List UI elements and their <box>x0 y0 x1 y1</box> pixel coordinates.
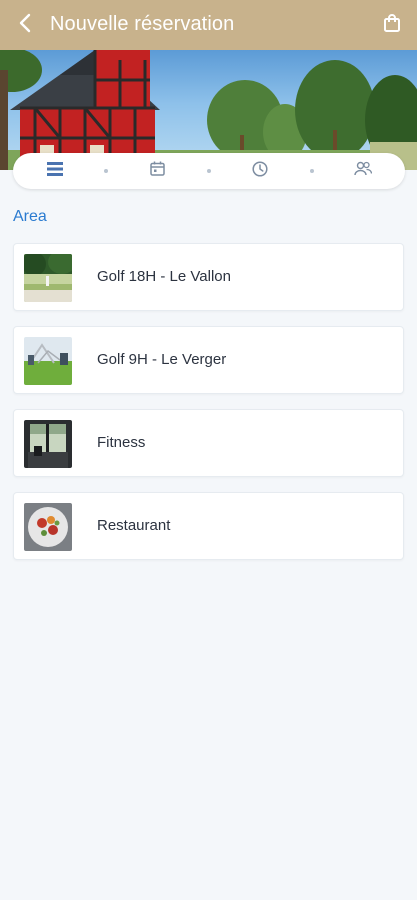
area-item-restaurant[interactable]: Restaurant <box>13 492 404 560</box>
area-item-label: Fitness <box>97 434 146 451</box>
cart-button[interactable] <box>379 12 405 38</box>
step-participants[interactable] <box>351 159 375 183</box>
section-label-area: Area <box>13 208 47 225</box>
step-separator <box>104 169 108 173</box>
calendar-icon <box>149 161 165 181</box>
golf-course-thumbnail <box>24 254 72 302</box>
chevron-left-icon <box>18 13 32 38</box>
step-time[interactable] <box>248 159 272 183</box>
hero-image <box>0 50 417 170</box>
top-bar: Nouvelle réservation <box>0 0 417 50</box>
area-item-fitness[interactable]: Fitness <box>13 409 404 477</box>
food-plate-thumbnail <box>24 503 72 551</box>
fitness-room-thumbnail <box>24 420 72 468</box>
app-screen: Nouvelle réservation Area Golf 18H - Le … <box>0 0 417 900</box>
step-separator <box>207 169 211 173</box>
step-separator <box>310 169 314 173</box>
clock-icon <box>252 160 268 182</box>
back-button[interactable] <box>12 12 38 38</box>
golf-green-thumbnail <box>24 337 72 385</box>
area-item-label: Golf 18H - Le Vallon <box>97 268 231 285</box>
area-item-label: Restaurant <box>97 517 171 534</box>
step-area[interactable] <box>43 159 67 183</box>
list-icon <box>47 161 63 181</box>
page-title: Nouvelle réservation <box>50 13 235 35</box>
area-item-label: Golf 9H - Le Verger <box>97 351 227 368</box>
area-item-golf-18h[interactable]: Golf 18H - Le Vallon <box>13 243 404 311</box>
booking-stepper <box>13 153 405 189</box>
step-date[interactable] <box>145 159 169 183</box>
shopping-bag-icon <box>382 13 402 38</box>
area-item-golf-9h[interactable]: Golf 9H - Le Verger <box>13 326 404 394</box>
users-icon <box>354 161 373 181</box>
